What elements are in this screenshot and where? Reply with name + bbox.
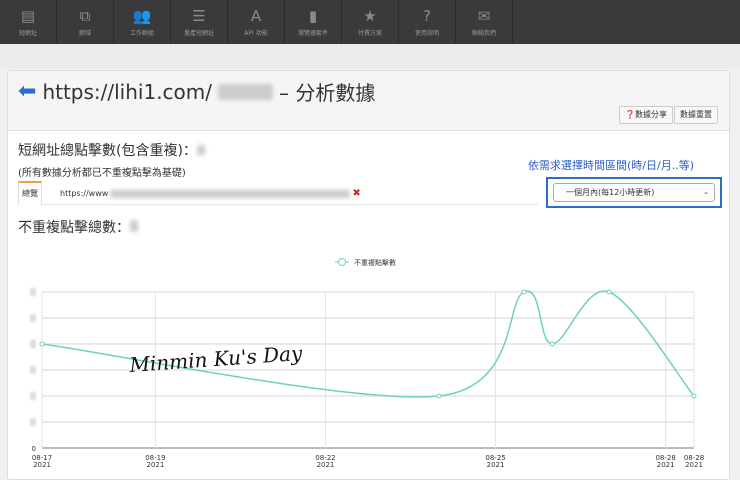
data-point xyxy=(549,341,555,347)
redacted-y-tick xyxy=(30,340,36,348)
redacted-y-tick xyxy=(30,418,36,426)
redacted-y-tick xyxy=(30,314,36,322)
data-point xyxy=(436,393,442,399)
x-tick-year: 2021 xyxy=(146,461,164,468)
data-point xyxy=(691,393,697,399)
redacted-y-tick xyxy=(30,392,36,400)
x-tick-year: 2021 xyxy=(657,461,675,468)
legend-marker xyxy=(338,258,346,266)
x-tick-year: 2021 xyxy=(317,461,335,468)
x-tick-year: 2021 xyxy=(487,461,505,468)
x-tick-year: 2021 xyxy=(685,461,703,468)
data-point xyxy=(521,289,527,295)
redacted-y-tick xyxy=(30,288,36,296)
y-tick-label: 0 xyxy=(32,445,36,453)
legend-label: 不重複點擊數 xyxy=(354,258,396,267)
data-point xyxy=(606,289,612,295)
watermark: Minmin Ku's Day xyxy=(128,341,304,377)
data-point xyxy=(39,341,45,347)
clicks-chart: 008-17202108-19202108-22202108-25202108-… xyxy=(30,258,704,468)
redacted-y-tick xyxy=(30,366,36,374)
x-tick-year: 2021 xyxy=(33,461,51,468)
